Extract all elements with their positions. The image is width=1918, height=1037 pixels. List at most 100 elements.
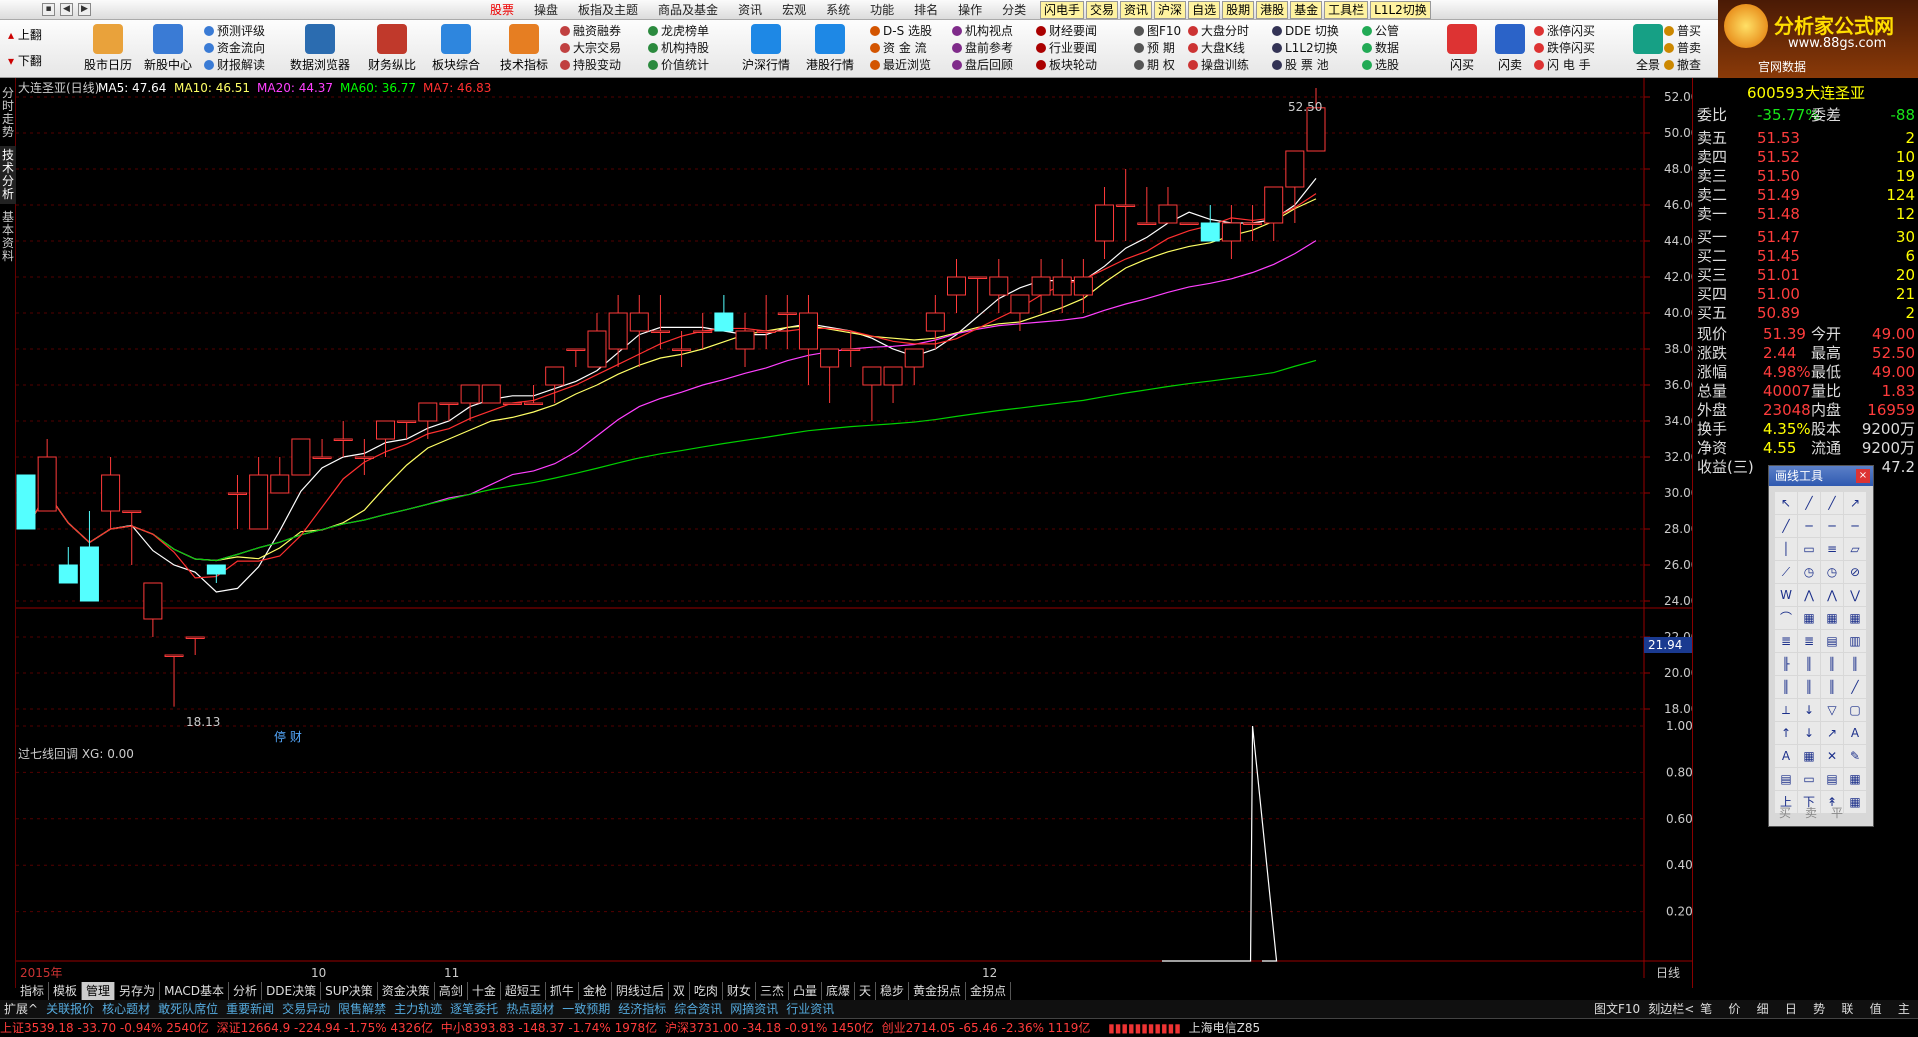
toolbar-link-col9-2[interactable]: 股 票 池	[1272, 57, 1339, 73]
toolbar-link-col1-0[interactable]: 预测评级	[204, 23, 265, 39]
menu-item-8[interactable]: 排名	[904, 1, 948, 19]
draw-tool-26-icon[interactable]: ▤	[1821, 630, 1843, 652]
ext-tab-14[interactable]: 行业资讯	[782, 1000, 838, 1018]
right-tab-7[interactable]: 主	[1898, 1000, 1910, 1018]
formula-tab-17[interactable]: 财女	[723, 982, 756, 1000]
ext-tab-12[interactable]: 综合资讯	[670, 1000, 726, 1018]
draw-tool-46-icon[interactable]: ✕	[1821, 745, 1843, 767]
tab-technical[interactable]: 技术分析	[0, 146, 16, 204]
toolbar-button-7[interactable]: 港股行情	[800, 22, 860, 76]
draw-tool-13-icon[interactable]: ◷	[1798, 561, 1820, 583]
draw-tool-5-icon[interactable]: ─	[1798, 515, 1820, 537]
ext-tab-5[interactable]: 交易异动	[278, 1000, 334, 1018]
toolbar-link-col12-2[interactable]: 撤查	[1664, 57, 1701, 73]
toolbar-button-4[interactable]: 板块综合	[426, 22, 486, 76]
draw-tool-23-icon[interactable]: ▦	[1844, 607, 1866, 629]
ext-tab-9[interactable]: 热点题材	[502, 1000, 558, 1018]
ext-tab-1[interactable]: 关联报价	[42, 1000, 98, 1018]
ext-tab-8[interactable]: 逐笔委托	[446, 1000, 502, 1018]
formula-tab-7[interactable]: SUP决策	[321, 982, 378, 1000]
toolbar-link-col1-1[interactable]: 资金流向	[204, 40, 265, 56]
menu-item-5[interactable]: 宏观	[772, 1, 816, 19]
page-up-button[interactable]: ▴ 上翻	[8, 26, 42, 43]
menu-item-2[interactable]: 板指及主题	[568, 1, 648, 19]
draw-tool-3-icon[interactable]: ↗	[1844, 492, 1866, 514]
menu-item-0[interactable]: 股票	[480, 1, 524, 19]
draw-tool-15-icon[interactable]: ⊘	[1844, 561, 1866, 583]
menu-item-6[interactable]: 系统	[816, 1, 860, 19]
formula-tab-19[interactable]: 凸量	[789, 982, 822, 1000]
draw-tool-0-icon[interactable]: ↖	[1775, 492, 1797, 514]
draw-tool-41-icon[interactable]: ↓	[1798, 722, 1820, 744]
toolbar-button-5[interactable]: 技术指标	[494, 22, 554, 76]
draw-tool-39-icon[interactable]: ▢	[1844, 699, 1866, 721]
formula-tab-2[interactable]: 管理	[82, 982, 116, 1000]
toolbar-link-col4-1[interactable]: 资 金 流	[870, 40, 932, 56]
ext-tab-2[interactable]: 核心题材	[98, 1000, 154, 1018]
ext-tab-4[interactable]: 重要新闻	[222, 1000, 278, 1018]
close-icon[interactable]: ×	[1856, 469, 1870, 483]
draw-tool-7-icon[interactable]: ─	[1844, 515, 1866, 537]
toolbar-link-col4-2[interactable]: 最近浏览	[870, 57, 932, 73]
quick-button-9[interactable]: L1L2切换	[1370, 1, 1431, 19]
quick-button-7[interactable]: 基金	[1290, 1, 1323, 19]
draw-tool-51-icon[interactable]: ▦	[1844, 768, 1866, 790]
toolbar-link-col2-0[interactable]: 融资融券	[560, 23, 621, 39]
draw-tool-55-icon[interactable]: ▦	[1844, 791, 1866, 813]
formula-tab-18[interactable]: 三杰	[756, 982, 789, 1000]
draw-tool-10-icon[interactable]: ≡	[1821, 538, 1843, 560]
formula-tab-22[interactable]: 稳步	[876, 982, 910, 1000]
draw-tool-28-icon[interactable]: ╟	[1775, 653, 1797, 675]
formula-tab-13[interactable]: 金枪	[579, 982, 612, 1000]
toolbar-button-6[interactable]: 沪深行情	[736, 22, 796, 76]
draw-tool-9-icon[interactable]: ▭	[1798, 538, 1820, 560]
formula-tab-8[interactable]: 资金决策	[378, 982, 435, 1000]
toolbar-link-col5-2[interactable]: 盘后回顾	[952, 57, 1013, 73]
menu-item-4[interactable]: 资讯	[728, 1, 772, 19]
formula-tab-15[interactable]: 双	[669, 982, 690, 1000]
formula-tab-4[interactable]: MACD基本	[160, 982, 230, 1000]
menu-item-1[interactable]: 操盘	[524, 1, 568, 19]
draw-tool-40-icon[interactable]: ↑	[1775, 722, 1797, 744]
ext-tab-7[interactable]: 主力轨迹	[390, 1000, 446, 1018]
draw-tool-6-icon[interactable]: ─	[1821, 515, 1843, 537]
quick-button-2[interactable]: 资讯	[1120, 1, 1153, 19]
draw-tool-1-icon[interactable]: ╱	[1798, 492, 1820, 514]
back-icon[interactable]: ◀	[60, 3, 73, 16]
draw-tool-19-icon[interactable]: ⋁	[1844, 584, 1866, 606]
ext-tab-3[interactable]: 敢死队席位	[154, 1000, 222, 1018]
draw-tool-45-icon[interactable]: ▦	[1798, 745, 1820, 767]
formula-tab-20[interactable]: 底爆	[822, 982, 855, 1000]
draw-tool-49-icon[interactable]: ▭	[1798, 768, 1820, 790]
formula-tab-5[interactable]: 分析	[229, 982, 263, 1000]
formula-tab-6[interactable]: DDE决策	[262, 982, 322, 1000]
draw-tool-32-icon[interactable]: ║	[1775, 676, 1797, 698]
formula-tab-21[interactable]: 天	[855, 982, 876, 1000]
menu-icon[interactable]: ▪	[42, 3, 55, 16]
toolbar-button-0[interactable]: 股市日历	[78, 22, 138, 76]
quick-button-0[interactable]: 闪电手	[1040, 1, 1085, 19]
draw-tool-31-icon[interactable]: ║	[1844, 653, 1866, 675]
quick-button-1[interactable]: 交易	[1086, 1, 1119, 19]
toolbar-link-col7-0[interactable]: 图F10	[1134, 23, 1181, 39]
draw-tool-22-icon[interactable]: ▦	[1821, 607, 1843, 629]
draw-tool-21-icon[interactable]: ▦	[1798, 607, 1820, 629]
tab-fundamental[interactable]: 基本资料	[0, 208, 16, 266]
toolbar-link-col9-1[interactable]: L1L2切换	[1272, 40, 1339, 56]
toolbar-link-col2-1[interactable]: 大宗交易	[560, 40, 621, 56]
toolbar-button-1[interactable]: 新股中心	[138, 22, 198, 76]
toolbar-link-col5-1[interactable]: 盘前参考	[952, 40, 1013, 56]
right-tab-0[interactable]: 笔	[1700, 1000, 1712, 1018]
draw-tool-47-icon[interactable]: ✎	[1844, 745, 1866, 767]
toolbar-link-col7-1[interactable]: 预 期	[1134, 40, 1181, 56]
draw-tool-30-icon[interactable]: ║	[1821, 653, 1843, 675]
formula-tab-10[interactable]: 十金	[468, 982, 501, 1000]
toolbar-link-col6-1[interactable]: 行业要闻	[1036, 40, 1097, 56]
toolbar-link-col11-1[interactable]: 跌停闪买	[1534, 40, 1595, 56]
formula-tab-23[interactable]: 黄金拐点	[909, 982, 967, 1000]
menu-item-7[interactable]: 功能	[860, 1, 904, 19]
draw-tool-18-icon[interactable]: ⋀	[1821, 584, 1843, 606]
ext-tab-6[interactable]: 限售解禁	[334, 1000, 390, 1018]
draw-tool-42-icon[interactable]: ↗	[1821, 722, 1843, 744]
toolbar-link-col6-0[interactable]: 财经要闻	[1036, 23, 1097, 39]
